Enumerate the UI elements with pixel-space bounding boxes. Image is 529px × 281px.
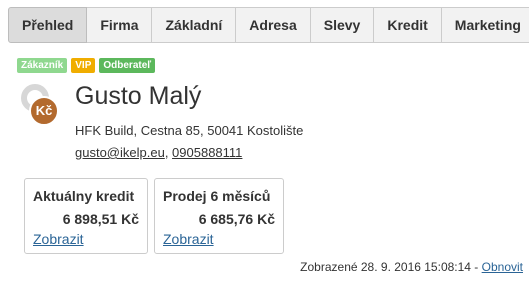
badge-customer: Zákazník [17, 58, 68, 73]
card-value: 6 898,51 Kč [62, 211, 139, 227]
card-value: 6 685,76 Kč [198, 211, 275, 227]
status-footer: Zobrazené 28. 9. 2016 15:08:14 - Obnovit [300, 260, 523, 274]
view-credit-link[interactable]: Zobrazit [33, 231, 84, 247]
card-title: Aktuálny kredit [33, 188, 135, 204]
customer-address: HFK Build, Cestna 85, 50041 Kostolište [75, 123, 304, 138]
tab-overview[interactable]: Přehled [8, 7, 88, 43]
customer-avatar: Kč [19, 82, 63, 126]
current-credit-card: Aktuálny kredit 6 898,51 Kč Zobrazit [24, 178, 148, 254]
tab-discounts[interactable]: Slevy [310, 7, 375, 43]
card-title: Prodej 6 měsíců [163, 188, 271, 204]
customer-contacts: gusto@ikelp.eu, 0905888111 [75, 145, 242, 160]
customer-phone-link[interactable]: 0905888111 [172, 145, 242, 160]
customer-badges: Zákazník VIP Odberateľ [17, 58, 156, 73]
tab-basic[interactable]: Základní [152, 7, 237, 43]
refresh-link[interactable]: Obnovit [482, 260, 523, 274]
view-sales-link[interactable]: Zobrazit [163, 231, 214, 247]
tab-address[interactable]: Adresa [236, 7, 311, 43]
displayed-timestamp: Zobrazené 28. 9. 2016 15:08:14 - [300, 260, 482, 274]
tab-marketing[interactable]: Marketing [441, 7, 529, 43]
badge-subscriber: Odberateľ [99, 58, 156, 73]
tab-credit[interactable]: Kredit [374, 7, 442, 43]
tab-bar: Přehled Firma Základní Adresa Slevy Kred… [8, 7, 529, 43]
currency-coin-icon: Kč [29, 96, 59, 126]
customer-email-link[interactable]: gusto@ikelp.eu [75, 145, 165, 160]
tab-company[interactable]: Firma [87, 7, 153, 43]
sales-6-months-card: Prodej 6 měsíců 6 685,76 Kč Zobrazit [154, 178, 284, 254]
customer-name: Gusto Malý [75, 82, 202, 110]
contact-separator: , [164, 145, 173, 160]
badge-vip: VIP [71, 58, 96, 73]
